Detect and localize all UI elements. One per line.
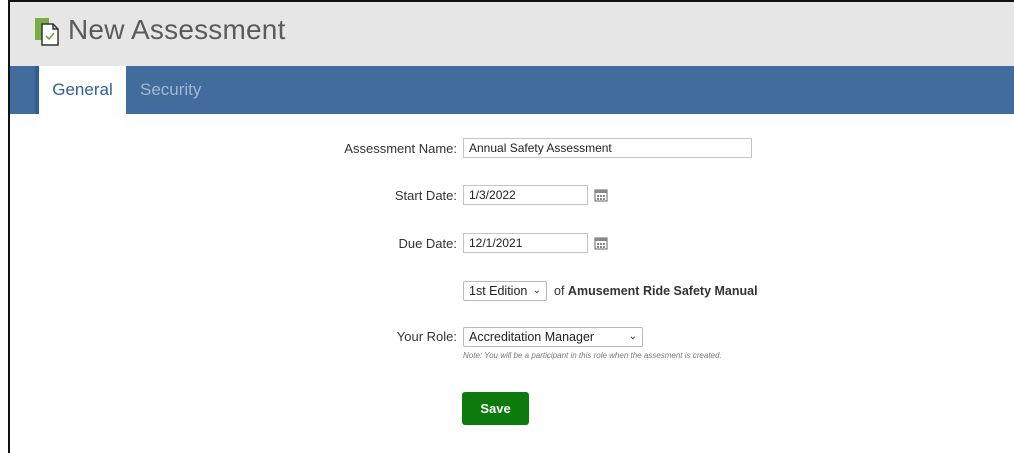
role-select[interactable]: Accreditation Manager ⌄ bbox=[463, 327, 643, 347]
tab-bar: General Security bbox=[10, 66, 1014, 114]
chevron-down-icon: ⌄ bbox=[628, 331, 637, 342]
start-date-field[interactable]: 1/3/2022 bbox=[463, 185, 588, 205]
page-header: New Assessment bbox=[10, 2, 1014, 66]
save-button[interactable]: Save bbox=[462, 392, 529, 425]
manual-name: Amusement Ride Safety Manual bbox=[567, 284, 758, 298]
due-date-label: Due Date: bbox=[398, 236, 457, 251]
page-title: New Assessment bbox=[68, 14, 286, 45]
role-select-value: Accreditation Manager bbox=[469, 330, 595, 344]
assessment-name-field[interactable]: Annual Safety Assessment bbox=[463, 138, 752, 158]
start-date-label: Start Date: bbox=[394, 188, 457, 203]
edition-of-text: of Amusement Ride Safety Manual bbox=[554, 284, 758, 298]
your-role-label: Your Role: bbox=[396, 329, 457, 344]
due-date-field[interactable]: 12/1/2021 bbox=[463, 233, 588, 253]
calendar-icon[interactable] bbox=[594, 188, 608, 202]
tab-security[interactable]: Security bbox=[140, 66, 201, 114]
edition-select[interactable]: 1st Edition ⌄ bbox=[463, 281, 547, 301]
role-note: Note: You will be a participant in this … bbox=[463, 351, 722, 360]
document-check-icon bbox=[35, 18, 59, 46]
tab-general[interactable]: General bbox=[35, 66, 126, 114]
chevron-down-icon: ⌄ bbox=[532, 285, 541, 296]
of-label: of bbox=[554, 284, 565, 298]
assessment-name-label: Assessment Name: bbox=[344, 141, 457, 156]
edition-select-value: 1st Edition bbox=[469, 284, 528, 298]
calendar-icon[interactable] bbox=[594, 236, 608, 250]
